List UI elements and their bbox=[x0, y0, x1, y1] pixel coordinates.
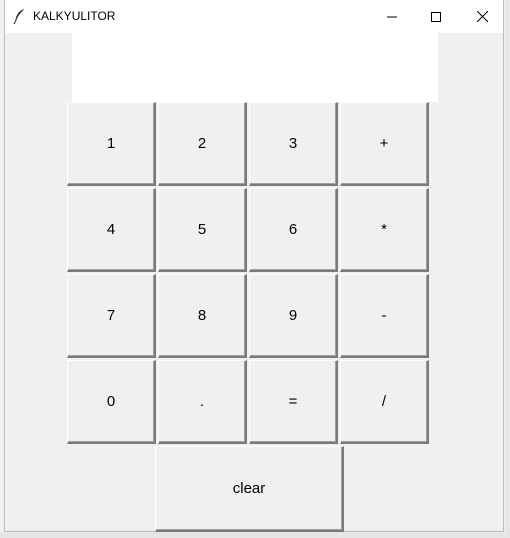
minimize-icon bbox=[387, 16, 397, 17]
clear-button[interactable]: clear bbox=[155, 446, 344, 532]
background-window-edge-bottom bbox=[0, 532, 510, 538]
key-8-button[interactable]: 8 bbox=[158, 274, 247, 358]
decimal-point-button[interactable]: . bbox=[158, 360, 247, 444]
key-5-button[interactable]: 5 bbox=[158, 188, 247, 272]
keypad: 1 2 3 + 4 5 6 * 7 8 9 - 0 . = / bbox=[67, 102, 433, 446]
key-2-button[interactable]: 2 bbox=[158, 102, 247, 186]
key-1-button[interactable]: 1 bbox=[67, 102, 156, 186]
window-title: KALKYULITOR bbox=[33, 9, 116, 23]
close-button[interactable] bbox=[459, 0, 505, 33]
minimize-button[interactable] bbox=[369, 0, 415, 33]
key-3-button[interactable]: 3 bbox=[249, 102, 338, 186]
divide-button[interactable]: / bbox=[340, 360, 429, 444]
title-bar[interactable]: KALKYULITOR bbox=[5, 0, 503, 33]
key-7-button[interactable]: 7 bbox=[67, 274, 156, 358]
minus-button[interactable]: - bbox=[340, 274, 429, 358]
calculator-display[interactable] bbox=[72, 33, 438, 102]
key-9-button[interactable]: 9 bbox=[249, 274, 338, 358]
equals-button[interactable]: = bbox=[249, 360, 338, 444]
maximize-button[interactable] bbox=[413, 0, 459, 33]
plus-button[interactable]: + bbox=[340, 102, 429, 186]
background-window-edge bbox=[505, 0, 510, 538]
close-icon bbox=[476, 11, 488, 22]
key-0-button[interactable]: 0 bbox=[67, 360, 156, 444]
maximize-icon bbox=[431, 11, 441, 22]
key-4-button[interactable]: 4 bbox=[67, 188, 156, 272]
feather-icon bbox=[13, 8, 27, 25]
key-6-button[interactable]: 6 bbox=[249, 188, 338, 272]
desktop: KALKYULITOR 1 2 3 + 4 5 6 * 7 8 9 - 0 . … bbox=[0, 0, 510, 538]
multiply-button[interactable]: * bbox=[340, 188, 429, 272]
